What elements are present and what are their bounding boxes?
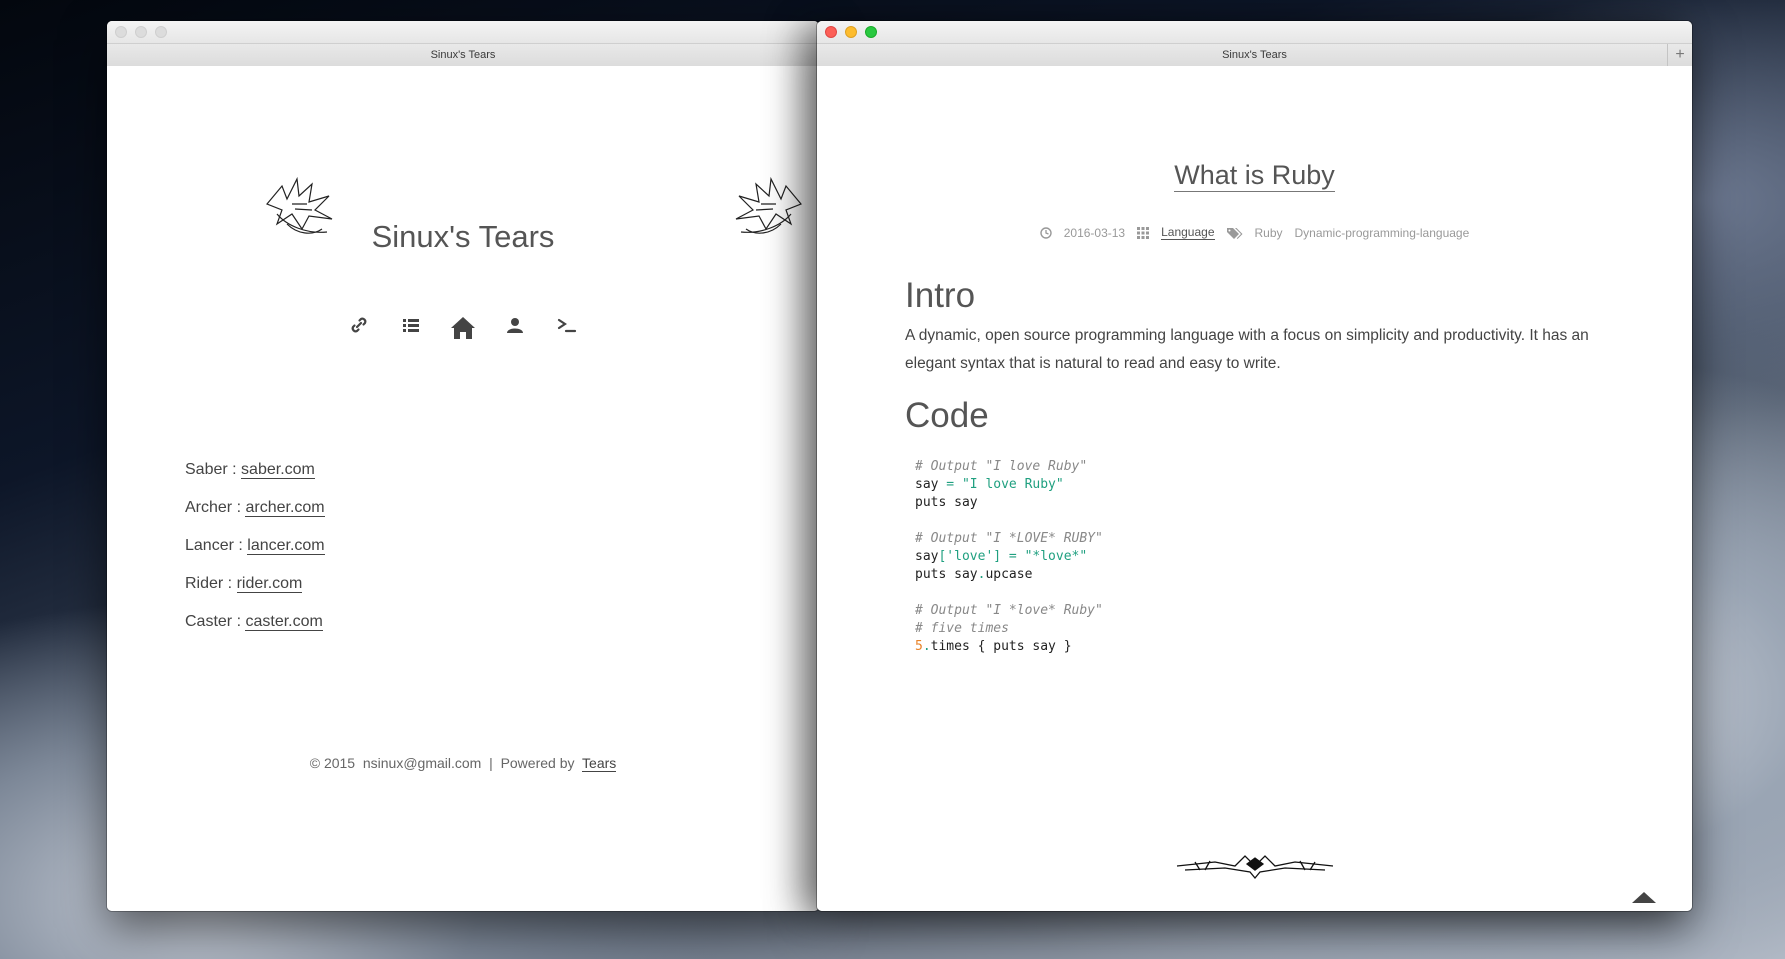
home-icon: [451, 317, 475, 339]
links-list: Saber : saber.com Archer : archer.com La…: [185, 461, 325, 651]
tab-title: Sinux's Tears: [1222, 49, 1287, 61]
list-item: Lancer : lancer.com: [185, 537, 325, 575]
nav-archives[interactable]: [385, 316, 437, 340]
footer-email: nsinux@gmail.com: [362, 755, 482, 771]
left-titlebar: [107, 21, 819, 43]
terminal-icon: [557, 318, 577, 333]
nav-links[interactable]: [333, 316, 385, 340]
link-label: Saber :: [185, 461, 237, 478]
list-item: Archer : archer.com: [185, 499, 325, 537]
left-page: Sinux's Tears Saber: saber.com Archer:…: [107, 66, 819, 911]
post-body: Intro A dynamic, open source programming…: [905, 276, 1612, 656]
list-icon: [403, 319, 419, 332]
zoom-button[interactable]: [155, 26, 167, 38]
code-line: 5.times { puts say }: [915, 639, 1072, 654]
code-line: # Output "I *love* Ruby": [915, 603, 1103, 618]
grid-icon: [1137, 226, 1150, 239]
powered-by-text: Powered by: [500, 755, 575, 771]
code-line: # Output "I love Ruby": [915, 459, 1088, 474]
intro-paragraph: A dynamic, open source programming langu…: [905, 327, 1589, 372]
nav-terminal[interactable]: [541, 316, 593, 340]
code-heading: Code: [905, 396, 989, 435]
tag-dynamic-programming-language[interactable]: Dynamic-programming-language: [1295, 226, 1470, 240]
saber-link[interactable]: saber.com: [241, 461, 315, 479]
link-label: Caster :: [185, 613, 242, 630]
link-label: Lancer :: [185, 537, 243, 554]
post-title[interactable]: What is Ruby: [817, 160, 1692, 192]
list-item: Caster : caster.com: [185, 613, 325, 651]
list-item: Rider : rider.com: [185, 575, 325, 613]
page-footer: © 2015 nsinux@gmail.com | Powered by Tea…: [107, 755, 819, 772]
back-to-top-button[interactable]: [1632, 892, 1656, 903]
intro-heading: Intro: [905, 276, 976, 315]
right-browser-window: Sinux's Tears + What is Ruby 2016-03-13: [817, 21, 1692, 911]
minimize-button[interactable]: [135, 26, 147, 38]
tag-ruby[interactable]: Ruby: [1255, 226, 1283, 240]
caster-link[interactable]: caster.com: [245, 613, 323, 631]
footer-separator: |: [489, 755, 493, 771]
tears-link[interactable]: Tears: [582, 755, 617, 772]
archer-link[interactable]: archer.com: [245, 499, 325, 517]
link-label: Archer :: [185, 499, 242, 516]
right-page: What is Ruby 2016-03-13 Language Ruby Dy…: [817, 66, 1692, 911]
copyright: © 2015: [309, 755, 356, 771]
tags-icon: [1226, 227, 1242, 239]
code-line: # Output "I *LOVE* RUBY": [915, 531, 1103, 546]
close-button[interactable]: [825, 26, 837, 38]
code-line: puts say: [915, 495, 978, 510]
plus-icon: +: [1675, 46, 1685, 63]
date-text: 2016-03-13: [1063, 225, 1126, 240]
left-tab[interactable]: Sinux's Tears: [107, 43, 819, 67]
link-icon: [351, 317, 367, 333]
site-title: Sinux's Tears: [371, 219, 555, 254]
right-titlebar: [817, 21, 1692, 43]
tab-title: Sinux's Tears: [430, 49, 496, 61]
list-item: Saber : saber.com: [185, 461, 325, 499]
post-category: Language: [1137, 225, 1215, 240]
code-line: # five times: [915, 621, 1009, 636]
main-nav: [107, 316, 819, 340]
clock-icon: [1040, 226, 1052, 239]
new-tab-button[interactable]: +: [1667, 44, 1692, 66]
close-button[interactable]: [115, 26, 127, 38]
code-line: puts say.upcase: [915, 567, 1033, 582]
post-date: 2016-03-13: [1040, 226, 1125, 240]
minimize-button[interactable]: [845, 26, 857, 38]
tribal-signature-icon: [1176, 855, 1334, 880]
post-tags: Ruby Dynamic-programming-language: [1226, 226, 1470, 240]
nav-home[interactable]: [437, 316, 489, 340]
code-line: say = "I love Ruby": [915, 477, 1064, 492]
zoom-button[interactable]: [865, 26, 877, 38]
rider-link[interactable]: rider.com: [236, 575, 303, 593]
code-line: say['love'] = "*love*": [915, 549, 1088, 564]
right-tab[interactable]: Sinux's Tears +: [817, 43, 1692, 67]
link-label: Rider :: [185, 575, 233, 592]
category-link[interactable]: Language: [1161, 225, 1215, 240]
nav-about[interactable]: [489, 316, 541, 340]
user-icon: [507, 318, 523, 333]
left-browser-window: Sinux's Tears Sinux's Tears Saber: sabe…: [107, 21, 819, 911]
lancer-link[interactable]: lancer.com: [247, 537, 325, 555]
code-block: # Output "I love Ruby" say = "I love Rub…: [905, 458, 1612, 656]
post-meta: 2016-03-13 Language Ruby Dynamic-program…: [817, 225, 1692, 240]
